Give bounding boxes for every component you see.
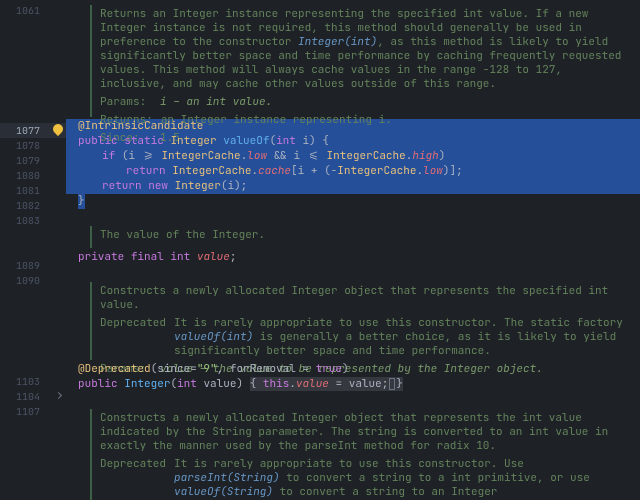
gutter-icons	[50, 0, 66, 500]
editor-area[interactable]: Returns an Integer instance representing…	[66, 0, 640, 500]
javadoc-params-label: Params:	[100, 95, 152, 109]
javadoc-body: Returns an Integer instance representing…	[100, 7, 634, 91]
caret	[389, 378, 395, 390]
javadoc-deprecated-body: It is rarely appropriate to use this con…	[174, 457, 634, 499]
code-line[interactable]: return IntegerCache.cache[i + (-IntegerC…	[66, 164, 640, 179]
javadoc-body: Constructs a newly allocated Integer obj…	[100, 411, 634, 453]
javadoc-deprecated-body: It is rarely appropriate to use this con…	[174, 316, 634, 358]
javadoc-deprecated-label: Deprecated	[100, 316, 166, 358]
line-number-gutter: 1061 1077 1078 1079 1080 1081 1082 1083 …	[0, 0, 50, 500]
javadoc-link[interactable]: Integer(int)	[298, 35, 377, 49]
code-line[interactable]: public Integer(int value) { this.value =…	[66, 377, 640, 392]
javadoc-body: Constructs a newly allocated Integer obj…	[100, 284, 634, 312]
javadoc-block: Returns an Integer instance representing…	[90, 5, 640, 117]
javadoc-params-value: i – an int value.	[160, 95, 634, 109]
javadoc-deprecated-label: Deprecated	[100, 457, 166, 499]
javadoc-returns-value: an Integer instance representing i.	[161, 113, 634, 127]
code-line[interactable]: }	[66, 194, 640, 209]
javadoc-block: Constructs a newly allocated Integer obj…	[90, 282, 640, 360]
code-line-empty[interactable]	[66, 265, 640, 280]
code-line[interactable]: if (i >= IntegerCache.low && i <= Intege…	[66, 149, 640, 164]
line-number-current: 1077	[0, 123, 50, 138]
javadoc-block: The value of the Integer.	[90, 226, 640, 248]
code-line-empty[interactable]	[66, 209, 640, 224]
code-line[interactable]: private final int value;	[66, 250, 640, 265]
intention-bulb-icon[interactable]	[50, 123, 66, 138]
javadoc-link[interactable]: parseInt(String)	[174, 471, 280, 485]
fold-expand-icon[interactable]	[50, 389, 66, 404]
code-line-empty[interactable]	[66, 392, 640, 407]
code-line[interactable]: return new Integer(i);	[66, 179, 640, 194]
javadoc-link[interactable]: valueOf(int)	[174, 330, 253, 344]
line-number: 1061	[0, 3, 50, 18]
javadoc-body: The value of the Integer.	[100, 228, 634, 242]
javadoc-link[interactable]: valueOf(String)	[174, 485, 273, 499]
javadoc-block: Constructs a newly allocated Integer obj…	[90, 409, 640, 500]
